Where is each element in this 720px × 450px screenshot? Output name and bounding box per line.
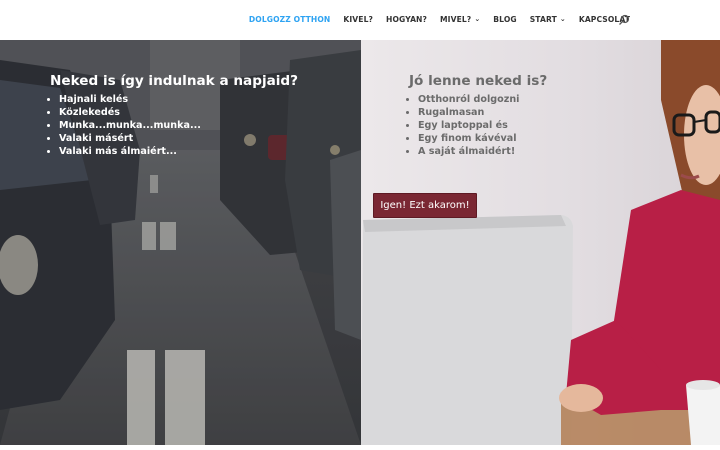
nav-item-label: KIVEL?: [343, 15, 374, 24]
hero-left-traffic-image: Neked is így indulnak a napjaid? Hajnali…: [0, 40, 361, 445]
list-item: Otthonról dolgozni: [418, 93, 519, 106]
right-bullet-list: Otthonról dolgozni Rugalmasan Egy laptop…: [409, 93, 519, 158]
nav-item-label: START: [529, 15, 557, 24]
nav-item-kivel[interactable]: KIVEL?: [343, 13, 373, 27]
left-headline: Neked is így indulnak a napjaid?: [50, 73, 299, 89]
nav-item-dolgozz-otthon[interactable]: DOLGOZZ OTTHON: [249, 13, 331, 27]
nav-item-label: HOGYAN?: [386, 15, 428, 24]
list-item: Valaki másért: [59, 132, 201, 145]
nav-item-label: MIVEL?: [440, 15, 472, 24]
hero-section: Neked is így indulnak a napjaid? Hajnali…: [0, 40, 720, 445]
nav-item-mivel[interactable]: MIVEL? ⌄: [440, 13, 480, 27]
nav-item-label: DOLGOZZ OTTHON: [248, 15, 331, 24]
list-item: Egy finom kávéval: [418, 132, 519, 145]
right-headline: Jó lenne neked is?: [409, 73, 548, 89]
list-item: Hajnali kelés: [59, 93, 201, 106]
list-item: Munka...munka...munka...: [59, 119, 201, 132]
top-navigation: DOLGOZZ OTTHON KIVEL? HOGYAN? MIVEL? ⌄ BL…: [0, 0, 720, 41]
nav-menu: DOLGOZZ OTTHON KIVEL? HOGYAN? MIVEL? ⌄ BL…: [236, 13, 630, 27]
list-item: Egy laptoppal és: [418, 119, 519, 132]
list-item: Valaki más álmaiért...: [59, 145, 201, 158]
search-icon[interactable]: [618, 14, 630, 26]
chevron-down-icon: ⌄: [559, 15, 566, 23]
nav-item-hogyan[interactable]: HOGYAN?: [386, 13, 427, 27]
left-bullet-list: Hajnali kelés Közlekedés Munka...munka..…: [50, 93, 201, 158]
cta-button[interactable]: Igen! Ezt akarom!: [373, 193, 477, 218]
list-item: A saját álmaidért!: [418, 145, 519, 158]
nav-item-blog[interactable]: BLOG: [493, 13, 516, 27]
chevron-down-icon: ⌄: [474, 15, 481, 23]
nav-item-start[interactable]: START ⌄: [530, 13, 566, 27]
nav-item-label: BLOG: [493, 15, 517, 24]
list-item: Rugalmasan: [418, 106, 519, 119]
list-item: Közlekedés: [59, 106, 201, 119]
